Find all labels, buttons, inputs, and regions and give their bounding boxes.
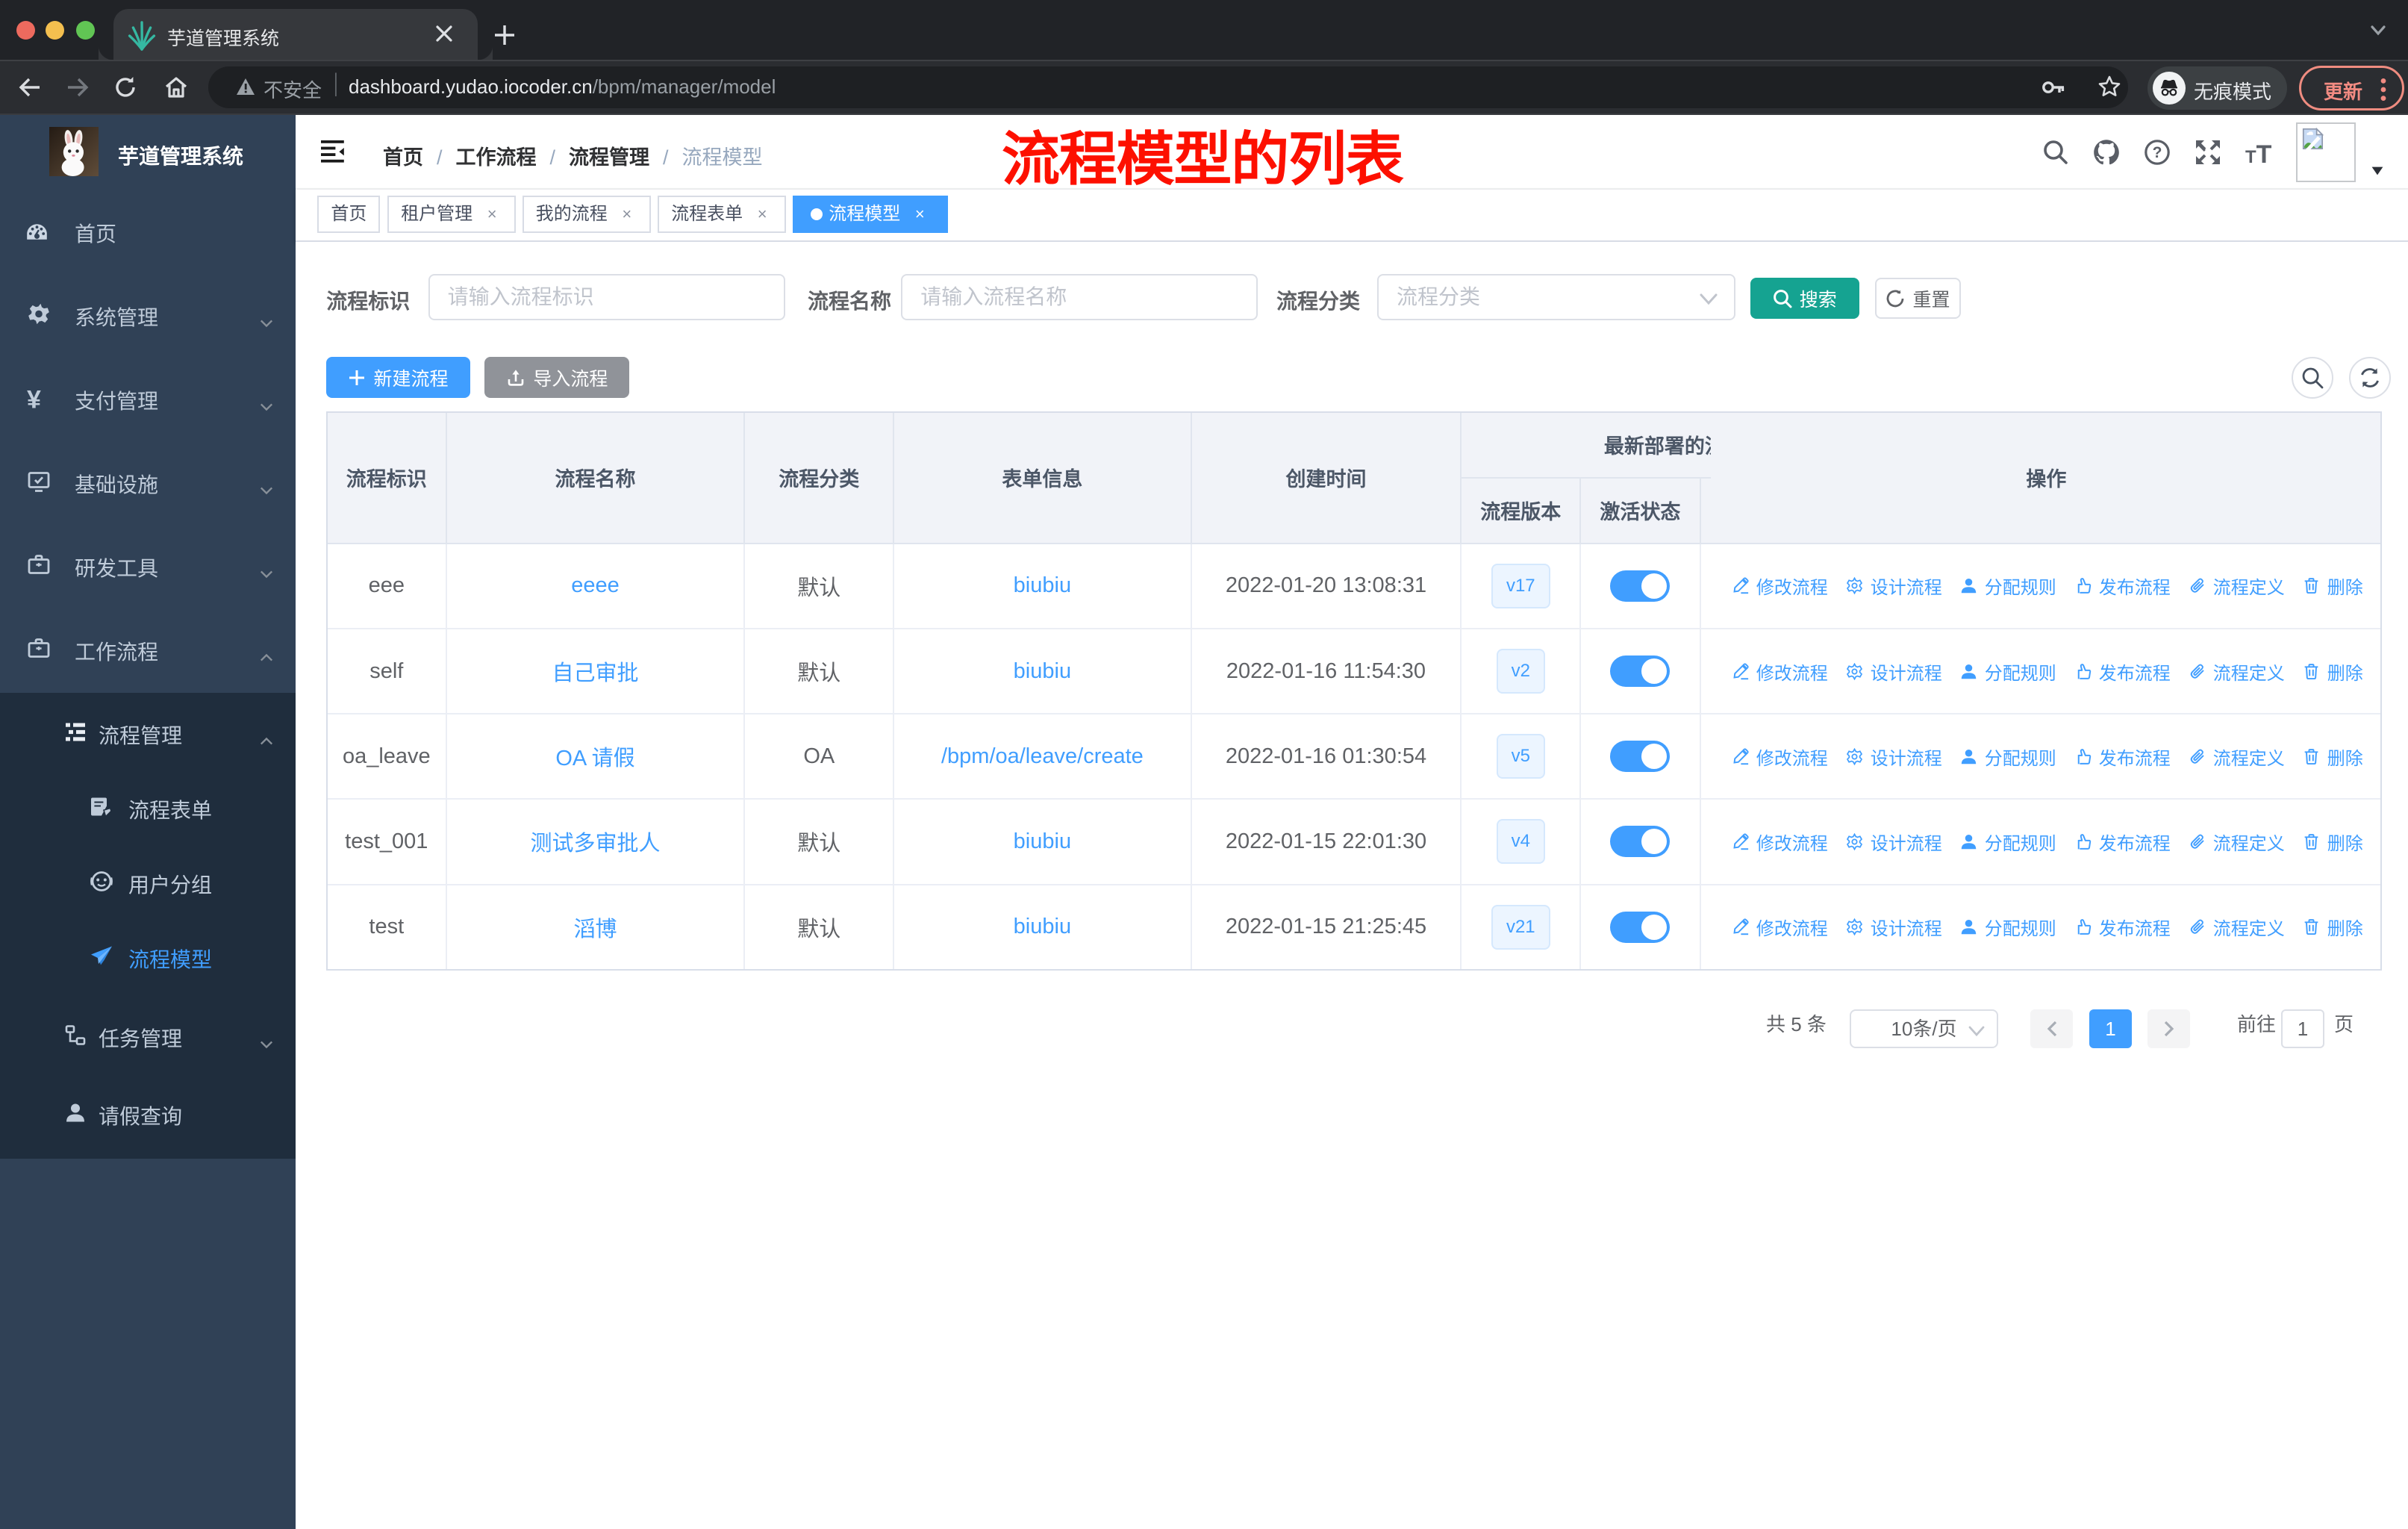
svg-text:?: ? [2153, 144, 2162, 161]
